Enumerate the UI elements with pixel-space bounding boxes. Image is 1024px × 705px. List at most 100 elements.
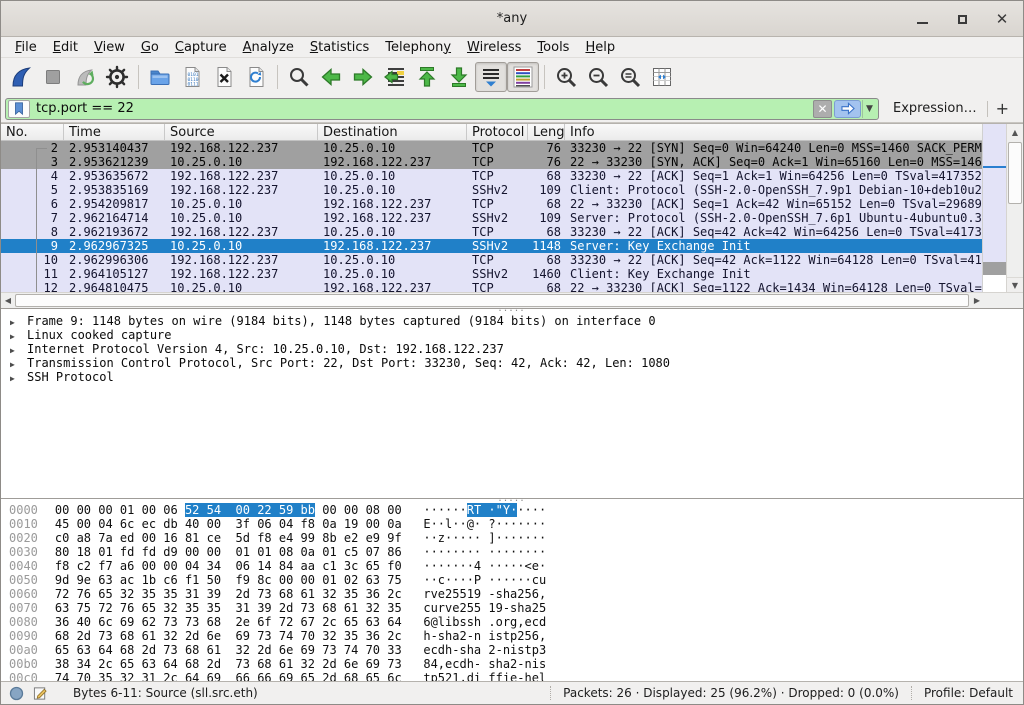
cell-len: 68 [528,253,565,267]
menu-telephony[interactable]: Telephony [377,38,459,57]
filter-apply-button[interactable] [834,100,861,118]
cell-src: 192.168.122.237 [165,169,318,183]
packet-row-2[interactable]: 22.953140437192.168.122.23710.25.0.10TCP… [1,141,984,155]
add-filter-button[interactable]: + [988,99,1017,118]
display-filter-input[interactable]: tcp.port == 22 ✕ ▼ [5,98,879,120]
capture-options-button[interactable] [101,62,133,92]
column-header-length[interactable]: Length [528,124,565,140]
packet-row-9[interactable]: 92.96296732510.25.0.10192.168.122.237SSH… [1,239,984,253]
minimize-icon [917,22,928,24]
menu-help[interactable]: Help [577,38,623,57]
splitter-grip[interactable]: ····· [498,308,525,314]
profile-status[interactable]: Profile: Default [912,686,1023,700]
hex-row-0080[interactable]: 008036 40 6c 69 62 73 73 68 2e 6f 72 67 … [1,615,1023,629]
hex-row-00a0[interactable]: 00a065 63 64 68 2d 73 68 61 32 2d 6e 69 … [1,643,1023,657]
hex-row-0090[interactable]: 009068 2d 73 68 61 32 2d 6e 69 73 74 70 … [1,629,1023,643]
menu-wireless[interactable]: Wireless [459,38,529,57]
detail-line[interactable]: ▶Internet Protocol Version 4, Src: 10.25… [1,342,1023,356]
expand-arrow-icon[interactable]: ▶ [10,330,20,342]
packet-row-8[interactable]: 82.962193672192.168.122.23710.25.0.10TCP… [1,225,984,239]
file-reload-button[interactable] [240,62,272,92]
column-header-no[interactable]: No. [1,124,64,140]
column-header-time[interactable]: Time [64,124,165,140]
zoom-reset-button[interactable] [614,62,646,92]
colorize-button[interactable] [507,62,539,92]
filter-value[interactable]: tcp.port == 22 [30,101,813,116]
scroll-up-arrow[interactable]: ▲ [1007,124,1023,140]
splitter-grip[interactable]: ····· [498,498,525,504]
close-button[interactable]: ✕ [989,6,1015,32]
capture-restart-button[interactable] [69,62,101,92]
menu-statistics[interactable]: Statistics [302,38,377,57]
column-header-info[interactable]: Info [565,124,984,140]
detail-line[interactable]: ▶Transmission Control Protocol, Src Port… [1,356,1023,370]
hex-row-0060[interactable]: 006072 76 65 32 35 35 31 39 2d 73 68 61 … [1,587,1023,601]
menu-analyze[interactable]: Analyze [235,38,302,57]
auto-scroll-button[interactable] [475,62,507,92]
capture-start-button[interactable] [5,62,37,92]
detail-line[interactable]: ▶Linux cooked capture [1,328,1023,342]
packet-row-4[interactable]: 42.953635672192.168.122.23710.25.0.10TCP… [1,169,984,183]
hex-row-0040[interactable]: 0040f8 c2 f7 a6 00 00 04 34 06 14 84 aa … [1,559,1023,573]
hex-row-0020[interactable]: 0020c0 a8 7a ed 00 16 81 ce 5d f8 e4 99 … [1,531,1023,545]
packet-row-10[interactable]: 102.962996306192.168.122.23710.25.0.10TC… [1,253,984,267]
expert-info-icon[interactable] [9,686,24,701]
expand-arrow-icon[interactable]: ▶ [10,372,20,384]
zoom-out-button[interactable] [582,62,614,92]
hex-row-0050[interactable]: 00509d 9e 63 ac 1b c6 f1 50 f9 8c 00 00 … [1,573,1023,587]
packet-list-vertical-scrollbar[interactable]: ▲ ▼ [1006,124,1023,293]
intelligent-scrollbar-minimap[interactable] [982,124,1006,293]
scroll-left-arrow[interactable]: ◀ [1,293,15,308]
expression-button[interactable]: Expression… [879,101,987,116]
minimize-button[interactable] [909,6,935,32]
hex-row-00b0[interactable]: 00b038 34 2c 65 63 64 68 2d 73 68 61 32 … [1,657,1023,671]
expand-arrow-icon[interactable]: ▶ [10,316,20,328]
scroll-down-arrow[interactable]: ▼ [1007,277,1023,293]
menu-go[interactable]: Go [133,38,167,57]
zoom-in-button[interactable] [550,62,582,92]
file-close-button[interactable] [208,62,240,92]
arrow-right-icon [351,65,375,89]
filter-bookmark-button[interactable] [8,100,30,118]
packet-row-6[interactable]: 62.95420981710.25.0.10192.168.122.237TCP… [1,197,984,211]
expand-arrow-icon[interactable]: ▶ [10,358,20,370]
packet-row-11[interactable]: 112.964105127192.168.122.23710.25.0.10SS… [1,267,984,281]
filter-history-dropdown[interactable]: ▼ [862,100,876,118]
go-back-button[interactable] [315,62,347,92]
menu-edit[interactable]: Edit [45,38,86,57]
packet-row-7[interactable]: 72.96216471410.25.0.10192.168.122.237SSH… [1,211,984,225]
horizontal-scrollbar-handle[interactable] [15,294,969,307]
column-header-protocol[interactable]: Protocol [467,124,528,140]
resize-columns-button[interactable] [646,62,678,92]
file-save-button[interactable]: 0101 0110 0111 [176,62,208,92]
capture-comment-icon[interactable] [33,686,48,701]
hex-row-0010[interactable]: 001045 00 04 6c ec db 40 00 3f 06 04 f8 … [1,517,1023,531]
packet-row-5[interactable]: 52.953835169192.168.122.23710.25.0.10SSH… [1,183,984,197]
menu-tools[interactable]: Tools [529,38,577,57]
go-to-packet-button[interactable] [379,62,411,92]
maximize-button[interactable] [949,6,975,32]
go-last-packet-button[interactable] [443,62,475,92]
vertical-scrollbar-handle[interactable] [1008,142,1022,204]
capture-stop-button[interactable] [37,62,69,92]
hex-offset: 00a0 [9,643,38,657]
cell-time: 2.962996306 [64,253,165,267]
cell-proto: TCP [467,169,528,183]
column-header-source[interactable]: Source [165,124,318,140]
packet-list-horizontal-scrollbar[interactable]: ◀ ▶ [1,292,984,308]
go-forward-button[interactable] [347,62,379,92]
packet-details-tree: ▶Frame 9: 1148 bytes on wire (9184 bits)… [1,309,1023,384]
menu-capture[interactable]: Capture [167,38,235,57]
menu-file[interactable]: File [7,38,45,57]
column-header-destination[interactable]: Destination [318,124,467,140]
hex-row-0070[interactable]: 007063 75 72 76 65 32 35 35 31 39 2d 73 … [1,601,1023,615]
expand-arrow-icon[interactable]: ▶ [10,344,20,356]
menu-view[interactable]: View [86,38,133,57]
find-packet-button[interactable] [283,62,315,92]
filter-clear-button[interactable]: ✕ [813,100,832,118]
go-first-packet-button[interactable] [411,62,443,92]
file-open-button[interactable] [144,62,176,92]
detail-line[interactable]: ▶SSH Protocol [1,370,1023,384]
packet-row-3[interactable]: 32.95362123910.25.0.10192.168.122.237TCP… [1,155,984,169]
hex-row-0030[interactable]: 003080 18 01 fd fd d9 00 00 01 01 08 0a … [1,545,1023,559]
